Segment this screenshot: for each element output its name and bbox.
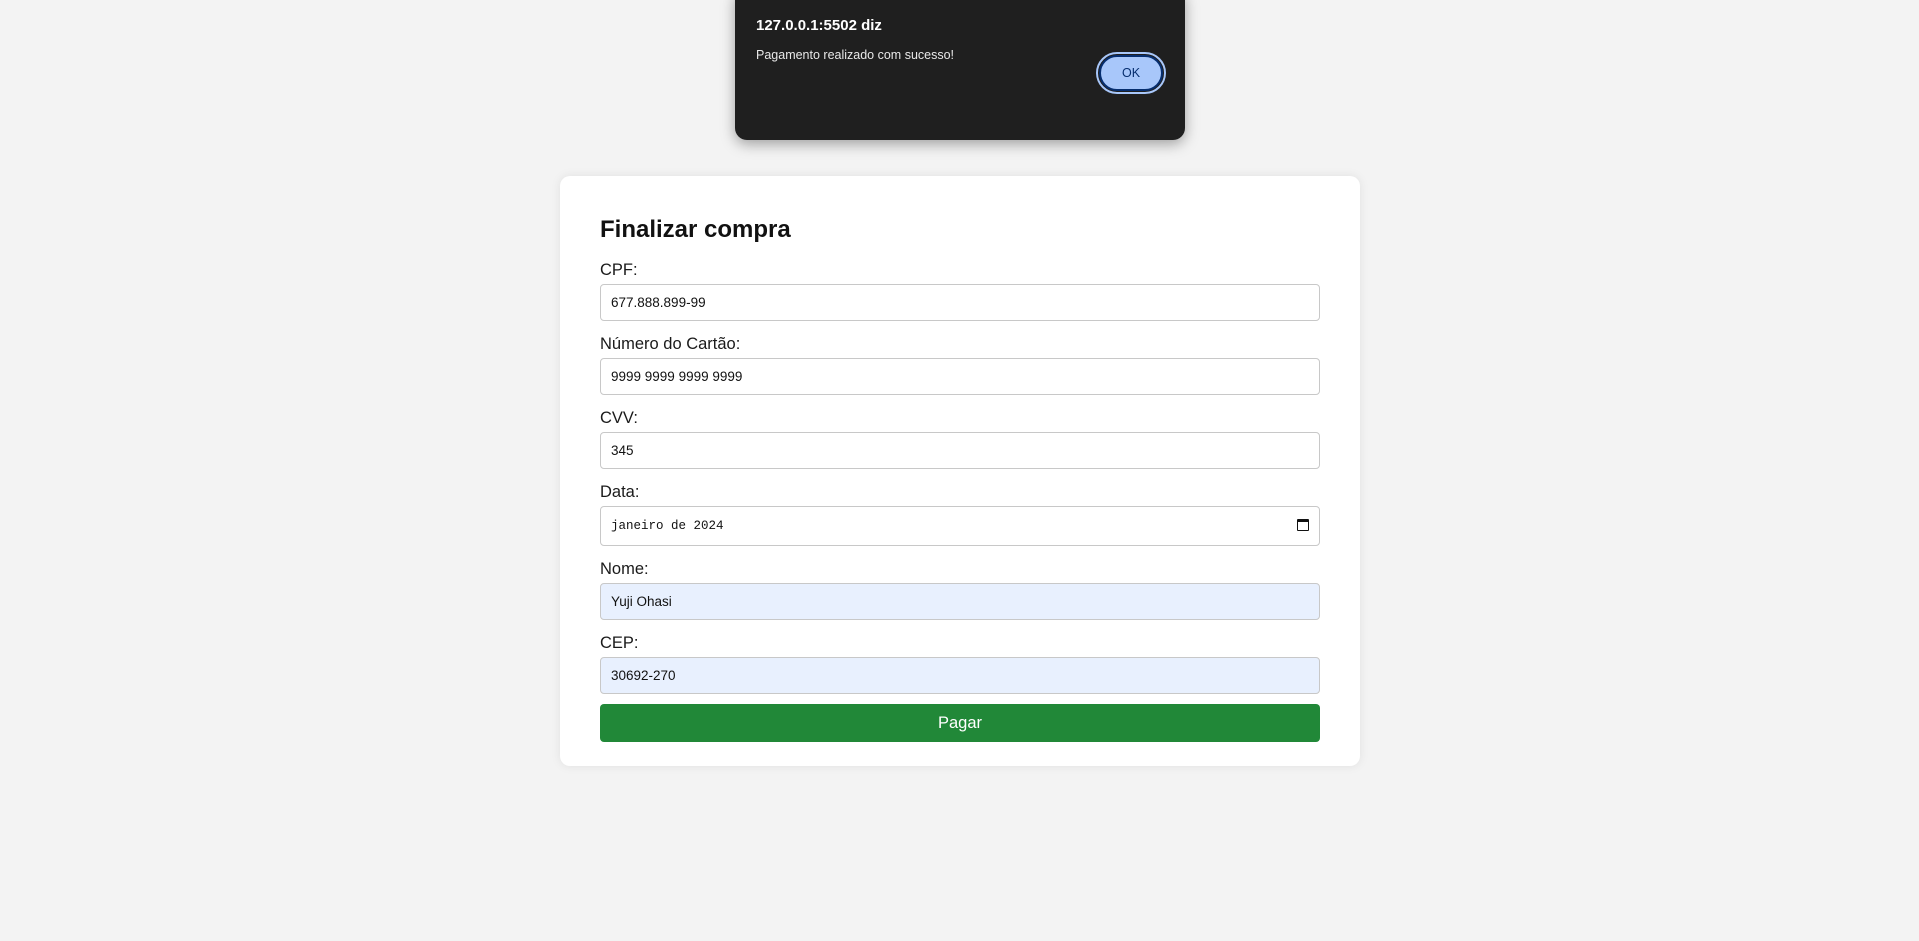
date-field[interactable]: janeiro de 2024 bbox=[600, 506, 1320, 546]
date-input[interactable]: janeiro de 2024 bbox=[600, 506, 1320, 546]
cvv-label: CVV: bbox=[600, 409, 638, 427]
cpf-label: CPF: bbox=[600, 261, 638, 279]
pay-button[interactable]: Pagar bbox=[600, 704, 1320, 742]
cvv-input[interactable] bbox=[600, 432, 1320, 469]
date-label: Data: bbox=[600, 483, 640, 501]
alert-message: Pagamento realizado com sucesso! bbox=[756, 48, 955, 62]
cep-input[interactable] bbox=[600, 657, 1320, 694]
alert-ok-button[interactable]: OK bbox=[1096, 52, 1166, 94]
page-title: Finalizar compra bbox=[600, 216, 791, 243]
name-label: Nome: bbox=[600, 560, 649, 578]
card-number-label: Número do Cartão: bbox=[600, 335, 741, 353]
card-number-input[interactable] bbox=[600, 358, 1320, 395]
name-input[interactable] bbox=[600, 583, 1320, 620]
cep-label: CEP: bbox=[600, 634, 639, 652]
cpf-input[interactable] bbox=[600, 284, 1320, 321]
calendar-icon[interactable] bbox=[1297, 519, 1309, 531]
alert-dialog: 127.0.0.1:5502 diz Pagamento realizado c… bbox=[735, 0, 1185, 140]
alert-title: 127.0.0.1:5502 diz bbox=[756, 17, 882, 34]
checkout-card: Finalizar compra CPF: Número do Cartão: … bbox=[560, 176, 1360, 766]
